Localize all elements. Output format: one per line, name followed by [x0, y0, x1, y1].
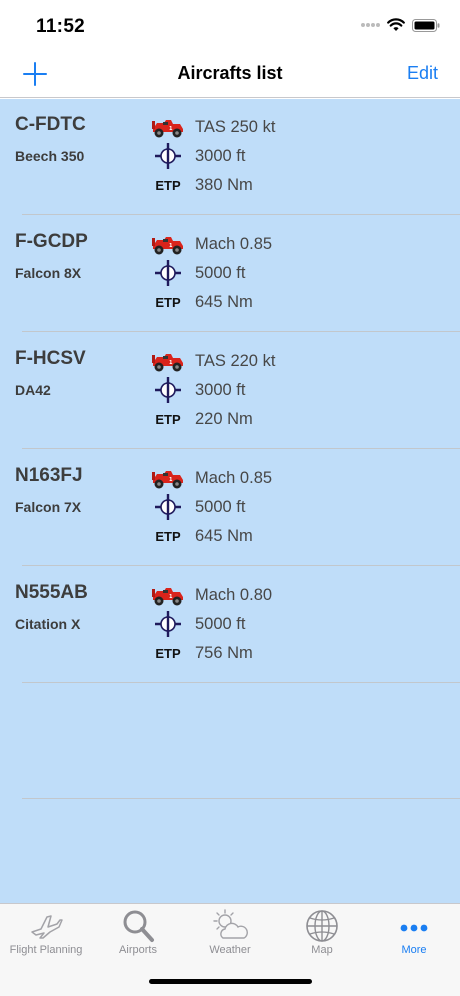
globe-icon — [306, 910, 338, 942]
aircraft-model: Falcon 7X — [15, 499, 82, 515]
list-separator — [22, 798, 460, 799]
tab-label: More — [401, 944, 427, 956]
etp-label: ETP — [155, 528, 181, 544]
edit-button[interactable]: Edit — [407, 63, 438, 84]
aircraft-etp-distance: 220 Nm — [195, 410, 253, 428]
aircraft-row[interactable]: F-GCDP Falcon 8X 1 Mach 0.85 5000 ft ETP — [0, 216, 460, 333]
altitude-crosshair-icon — [150, 260, 186, 286]
svg-text:1: 1 — [169, 594, 173, 600]
svg-text:1: 1 — [169, 360, 173, 366]
status-time: 11:52 — [36, 16, 86, 37]
aircraft-model: DA42 — [15, 382, 51, 398]
racecar-icon: 1 — [150, 232, 186, 258]
aircraft-list: C-FDTC Beech 350 1 TAS 250 kt 3000 ft ET… — [0, 99, 460, 903]
tab-map[interactable]: Map — [276, 904, 368, 964]
status-icons — [360, 18, 440, 32]
altitude-crosshair-icon — [150, 494, 186, 520]
tab-weather[interactable]: Weather — [184, 904, 276, 964]
weather-icon — [213, 909, 248, 939]
battery-icon — [412, 18, 440, 32]
airplane-icon — [31, 915, 63, 939]
aircraft-altitude: 5000 ft — [195, 264, 246, 282]
aircraft-row[interactable]: N163FJ Falcon 7X 1 Mach 0.85 5000 ft ETP — [0, 450, 460, 567]
tab-more[interactable]: More — [368, 904, 460, 964]
row-separator — [22, 331, 460, 332]
altitude-crosshair-icon — [150, 377, 186, 403]
tab-label: Map — [311, 944, 333, 956]
tab-flight-planning[interactable]: Flight Planning — [0, 904, 92, 964]
page-title: Aircrafts list — [177, 63, 283, 83]
aircraft-speed: Mach 0.85 — [195, 235, 273, 253]
aircraft-registration: F-GCDP — [15, 231, 88, 252]
row-separator — [22, 565, 460, 566]
aircraft-altitude: 5000 ft — [195, 498, 246, 516]
more-icon — [400, 924, 428, 932]
aircraft-speed: Mach 0.80 — [195, 586, 273, 604]
etp-label: ETP — [155, 294, 181, 310]
aircraft-registration: N555AB — [15, 582, 88, 603]
aircraft-registration: C-FDTC — [15, 114, 86, 135]
aircraft-registration: F-HCSV — [15, 348, 86, 369]
altitude-crosshair-icon — [150, 611, 186, 637]
racecar-icon: 1 — [150, 583, 186, 609]
aircraft-speed: TAS 250 kt — [195, 118, 276, 136]
aircraft-row[interactable]: N555AB Citation X 1 Mach 0.80 5000 ft ET… — [0, 567, 460, 684]
aircraft-model: Beech 350 — [15, 148, 85, 164]
aircraft-etp-distance: 645 Nm — [195, 293, 253, 311]
etp-label: ETP — [155, 411, 181, 427]
tab-label: Weather — [209, 944, 251, 956]
aircraft-model: Falcon 8X — [15, 265, 82, 281]
aircraft-speed: TAS 220 kt — [195, 352, 276, 370]
tab-airports[interactable]: Airports — [92, 904, 184, 964]
aircraft-etp-distance: 380 Nm — [195, 176, 253, 194]
aircraft-row[interactable]: C-FDTC Beech 350 1 TAS 250 kt 3000 ft ET… — [0, 99, 460, 216]
tab-label: Flight Planning — [9, 944, 83, 956]
altitude-crosshair-icon — [150, 143, 186, 169]
status-bar: 11:52 — [0, 0, 460, 54]
aircraft-etp-distance: 756 Nm — [195, 644, 253, 662]
aircraft-altitude: 3000 ft — [195, 381, 246, 399]
svg-text:1: 1 — [169, 243, 173, 249]
row-separator — [22, 214, 460, 215]
racecar-icon: 1 — [150, 466, 186, 492]
racecar-icon: 1 — [150, 115, 186, 141]
signal-icon — [361, 23, 380, 27]
aircraft-etp-distance: 645 Nm — [195, 527, 253, 545]
aircraft-model: Citation X — [15, 616, 81, 632]
aircraft-altitude: 3000 ft — [195, 147, 246, 165]
racecar-icon: 1 — [150, 349, 186, 375]
aircraft-altitude: 5000 ft — [195, 615, 246, 633]
aircraft-registration: N163FJ — [15, 465, 83, 486]
navigation-bar: Aircrafts list Edit — [0, 54, 460, 98]
wifi-icon — [387, 18, 405, 31]
home-indicator — [149, 979, 312, 984]
aircraft-row[interactable]: F-HCSV DA42 1 TAS 220 kt 3000 ft ETP 220 — [0, 333, 460, 450]
etp-label: ETP — [155, 645, 181, 661]
row-separator — [22, 682, 460, 683]
row-separator — [22, 448, 460, 449]
etp-label: ETP — [155, 177, 181, 193]
svg-text:1: 1 — [169, 477, 173, 483]
aircraft-speed: Mach 0.85 — [195, 469, 273, 487]
tab-label: Airports — [119, 944, 157, 956]
magnifier-icon — [123, 910, 154, 942]
svg-text:1: 1 — [169, 126, 173, 132]
